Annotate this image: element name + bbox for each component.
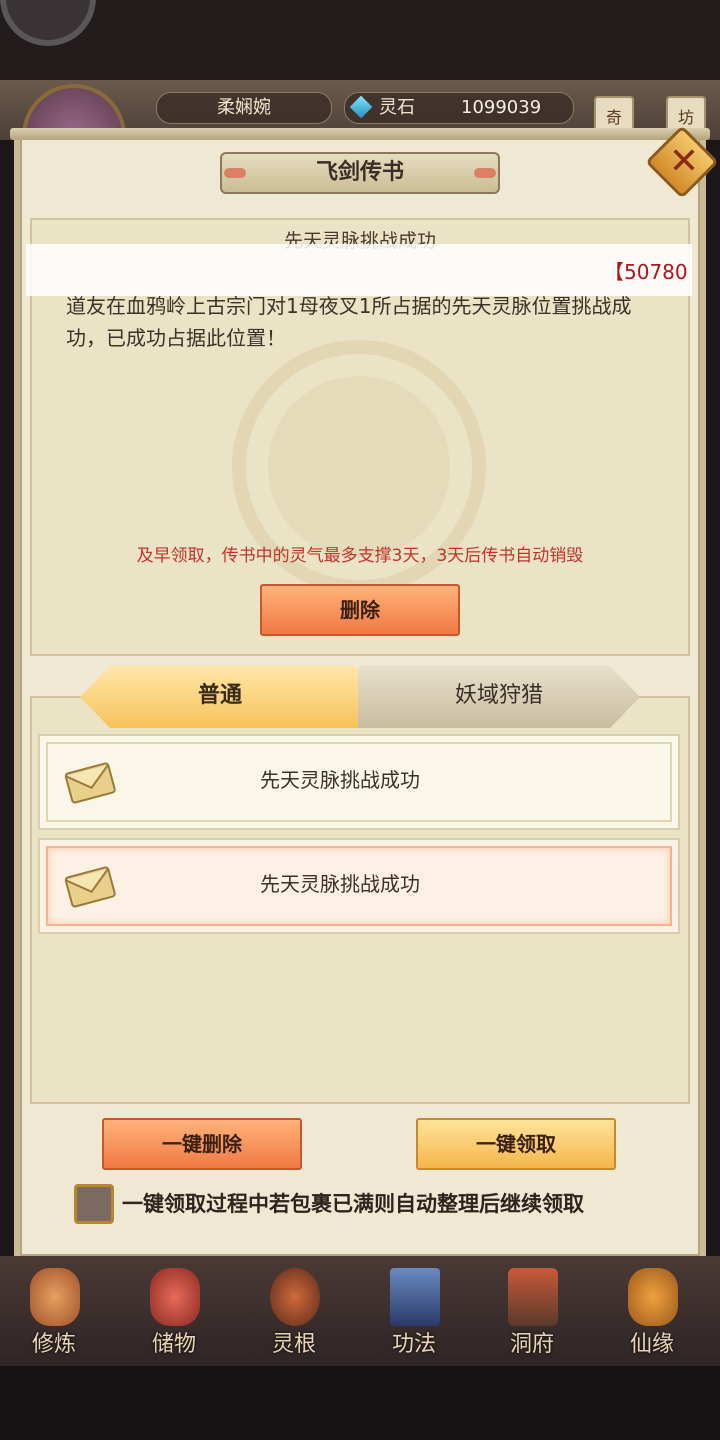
mail-title: 先天灵脉挑战成功 bbox=[260, 768, 420, 792]
nav-item-fortune[interactable]: 仙缘 bbox=[602, 1262, 702, 1358]
scrolling-notice-banner bbox=[26, 244, 692, 296]
tab-demon-hunt[interactable]: 妖域狩猎 bbox=[358, 666, 640, 728]
message-body: 道友在血鸦岭上古宗门对1母夜叉1所占据的先天灵脉位置挑战成功，已成功占据此位置！ bbox=[66, 294, 632, 350]
nav-item-cave[interactable]: 洞府 bbox=[482, 1262, 582, 1358]
nav-item-spirit-root[interactable]: 灵根 bbox=[244, 1262, 344, 1358]
status-bar-background bbox=[0, 0, 720, 80]
currency-value: 1099039 bbox=[461, 97, 542, 118]
nav-label: 功法 bbox=[391, 1332, 436, 1357]
nav-item-techniques[interactable]: 功法 bbox=[364, 1262, 464, 1358]
storage-bag-icon bbox=[150, 1268, 200, 1326]
mail-title: 先天灵脉挑战成功 bbox=[260, 872, 420, 896]
auto-sort-checkbox[interactable] bbox=[74, 1184, 114, 1224]
player-name: 柔娴婉 bbox=[156, 92, 332, 124]
cave-gate-icon bbox=[508, 1268, 558, 1326]
spirit-stone-icon bbox=[349, 95, 373, 119]
currency-display: 灵石 1099039 bbox=[344, 92, 574, 124]
currency-label: 灵石 bbox=[379, 97, 415, 118]
dialog-title-text: 飞剑传书 bbox=[315, 160, 404, 185]
cloud-seal-watermark-inner bbox=[268, 376, 450, 558]
nav-label: 灵根 bbox=[271, 1332, 316, 1357]
nav-item-cultivate[interactable]: 修炼 bbox=[4, 1262, 104, 1358]
fortune-icon bbox=[628, 1268, 678, 1326]
close-icon[interactable]: ✕ bbox=[664, 138, 704, 186]
delete-button[interactable]: 删除 bbox=[260, 584, 460, 636]
expiry-warning: 及早领取，传书中的灵气最多支撑3天，3天后传书自动销毁 bbox=[136, 546, 584, 566]
mail-list-item-selected[interactable]: 先天灵脉挑战成功 bbox=[38, 838, 680, 934]
nav-item-storage[interactable]: 储物 bbox=[124, 1262, 224, 1358]
claim-all-button[interactable]: 一键领取 bbox=[416, 1118, 616, 1170]
nav-label: 洞府 bbox=[509, 1332, 554, 1357]
tab-normal[interactable]: 普通 bbox=[80, 666, 360, 728]
book-icon bbox=[390, 1268, 440, 1326]
mail-list-item[interactable]: 先天灵脉挑战成功 bbox=[38, 734, 680, 830]
scrolling-notice-text: 【50780 bbox=[604, 260, 688, 284]
nav-label: 修炼 bbox=[31, 1332, 76, 1357]
nav-label: 储物 bbox=[151, 1332, 196, 1357]
spirit-root-icon bbox=[270, 1268, 320, 1326]
monk-icon bbox=[30, 1268, 80, 1326]
delete-all-button[interactable]: 一键删除 bbox=[102, 1118, 302, 1170]
auto-sort-label: 一键领取过程中若包裹已满则自动整理后继续领取 bbox=[122, 1192, 584, 1216]
scroll-rod bbox=[10, 128, 710, 140]
dialog-title: 飞剑传书 bbox=[220, 152, 500, 194]
nav-label: 仙缘 bbox=[629, 1332, 674, 1357]
system-bottom-bar bbox=[0, 1366, 720, 1440]
